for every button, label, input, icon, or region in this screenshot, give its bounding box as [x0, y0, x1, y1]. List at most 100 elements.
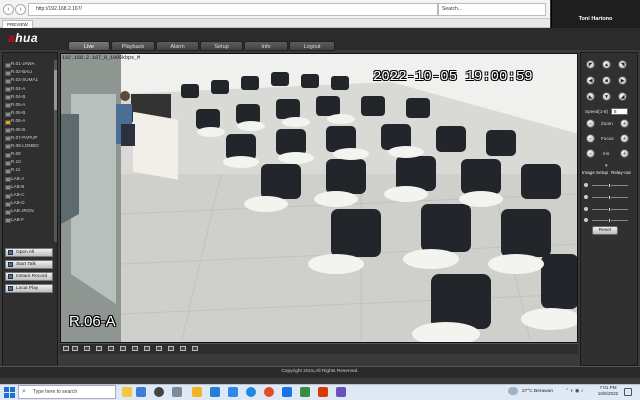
osd-timestamp: 2022-10-05 19:00:59: [373, 69, 533, 85]
forward-icon[interactable]: ›: [15, 4, 26, 15]
search-app-icon[interactable]: [154, 387, 164, 397]
channel-item[interactable]: R.02-BALI: [4, 68, 54, 76]
ptz-up-left-icon[interactable]: ◤: [586, 60, 595, 69]
focus-out-icon[interactable]: −: [586, 134, 595, 143]
collapse-chevron-icon[interactable]: ▾: [605, 163, 608, 169]
tab-live[interactable]: Live: [68, 41, 110, 51]
close-all-icon[interactable]: [192, 346, 198, 351]
fullscreen-icon[interactable]: [84, 346, 90, 351]
channel-item-active[interactable]: R.06-A: [4, 117, 54, 125]
app-icon[interactable]: [300, 387, 310, 397]
file-explorer-icon[interactable]: [192, 387, 202, 397]
brightness-slider-knob[interactable]: [608, 183, 611, 188]
focus-label: Focus: [601, 136, 614, 141]
office-icon[interactable]: [318, 387, 328, 397]
channel-item[interactable]: R.06-B: [4, 126, 54, 134]
chrome-icon[interactable]: [264, 387, 274, 397]
focus-in-icon[interactable]: +: [620, 134, 629, 143]
task-view-icon[interactable]: [136, 387, 146, 397]
record-toggle-icon[interactable]: [144, 346, 150, 351]
pip-participant-name: Toni Hartono: [578, 16, 613, 22]
taskbar-search-placeholder: Type here to search: [33, 389, 78, 395]
channel-item[interactable]: R.04-B: [4, 93, 54, 101]
cloud-icon: [508, 387, 518, 395]
saturation-slider-knob[interactable]: [608, 207, 611, 212]
channel-item[interactable]: R.05-B: [4, 109, 54, 117]
digital-zoom-icon[interactable]: [180, 346, 186, 351]
channel-item[interactable]: R.05-A: [4, 101, 54, 109]
channel-item[interactable]: R.08-LOMBO: [4, 142, 54, 150]
ptz-up-icon[interactable]: ▲: [602, 60, 611, 69]
back-icon[interactable]: ‹: [3, 4, 14, 15]
ptz-down-icon[interactable]: ▼: [602, 92, 611, 101]
address-bar[interactable]: [28, 3, 438, 16]
browser-search-placeholder: Search...: [442, 6, 463, 12]
ptz-left-icon[interactable]: ◀: [586, 76, 595, 85]
copyright-text: Copyright 2015,All Rights Reserved.: [281, 369, 359, 374]
channel-item[interactable]: LAB-F: [4, 216, 54, 224]
layout-1-icon[interactable]: [63, 346, 69, 351]
ptz-up-right-icon[interactable]: ◥: [618, 60, 627, 69]
instant-record-label: Instant Record: [16, 274, 48, 279]
channel-scroll-thumb[interactable]: [54, 70, 57, 110]
windows-start-icon[interactable]: [3, 386, 15, 398]
snapshot-icon[interactable]: [132, 346, 138, 351]
ptz-down-right-icon[interactable]: ◢: [618, 92, 627, 101]
edge-icon[interactable]: [246, 387, 256, 397]
zoom-in-icon[interactable]: +: [620, 119, 629, 128]
taskview-icon[interactable]: [172, 387, 182, 397]
contrast-slider-knob[interactable]: [608, 195, 611, 200]
hue-icon: [583, 217, 589, 223]
channel-item[interactable]: LAB-B: [4, 183, 54, 191]
tab-info[interactable]: Info: [244, 41, 288, 51]
ptz-center-icon[interactable]: ■: [602, 76, 611, 85]
reset-button[interactable]: Reset: [592, 226, 618, 235]
layout-4-icon[interactable]: [72, 346, 78, 351]
mail-icon[interactable]: [210, 387, 220, 397]
tab-logout[interactable]: Logout: [289, 41, 335, 51]
camera-video-feed[interactable]: [60, 53, 578, 343]
tab-relay-out[interactable]: Relay-out: [611, 170, 631, 175]
app2-icon[interactable]: [336, 387, 346, 397]
aspect-ratio-icon[interactable]: [168, 346, 174, 351]
stream-info: 192.168.2.167_0_1095kbps_M: [62, 55, 141, 61]
tab-image-setup[interactable]: Image Setup: [582, 170, 608, 175]
channel-item[interactable]: R.01-JAWA: [4, 60, 54, 68]
cortana-icon[interactable]: [122, 387, 132, 397]
channel-item[interactable]: LAB-C: [4, 191, 54, 199]
tab-playback[interactable]: Playback: [111, 41, 155, 51]
layout-custom-icon[interactable]: [120, 346, 126, 351]
channel-item[interactable]: R.04-A: [4, 85, 54, 93]
channel-item[interactable]: LAB-JRGN: [4, 207, 54, 216]
browser-tab[interactable]: PREVIEW: [2, 20, 33, 28]
system-tray-icons[interactable]: ⌃ ◐ ◉ ♪: [565, 388, 583, 394]
open-all-label: Open All: [16, 250, 35, 255]
layout-9-icon[interactable]: [96, 346, 102, 351]
store-icon[interactable]: [228, 387, 238, 397]
channel-item[interactable]: LAB-D: [4, 199, 54, 207]
channel-item[interactable]: R.09: [4, 150, 54, 158]
channel-item[interactable]: R.10: [4, 158, 54, 166]
notification-icon[interactable]: [624, 388, 632, 396]
speed-select[interactable]: 5: [611, 108, 628, 115]
channel-item[interactable]: R.03-SUMA1: [4, 76, 54, 85]
contrast-icon: [583, 194, 589, 200]
zoom-out-icon[interactable]: −: [586, 119, 595, 128]
clock[interactable]: 7:01 PM 10/5/2022: [597, 385, 619, 397]
classroom-scene: [61, 54, 577, 342]
ptz-right-icon[interactable]: ▶: [618, 76, 627, 85]
channel-item[interactable]: R.11: [4, 166, 54, 175]
hue-slider-knob[interactable]: [608, 218, 611, 223]
layout-16-icon[interactable]: [108, 346, 114, 351]
tab-alarm[interactable]: Alarm: [156, 41, 199, 51]
iris-close-icon[interactable]: −: [586, 149, 595, 158]
channel-item[interactable]: LAB-A: [4, 175, 54, 183]
teams-icon[interactable]: [282, 387, 292, 397]
ptz-down-left-icon[interactable]: ◣: [586, 92, 595, 101]
audio-icon[interactable]: [156, 346, 162, 351]
iris-open-icon[interactable]: +: [620, 149, 629, 158]
weather-text[interactable]: 27°C Berawan: [522, 389, 553, 394]
osd-channel-label: R.06-A: [69, 313, 116, 330]
tab-setup[interactable]: Setup: [200, 41, 243, 51]
channel-item[interactable]: R.07-PAPUP: [4, 134, 54, 142]
